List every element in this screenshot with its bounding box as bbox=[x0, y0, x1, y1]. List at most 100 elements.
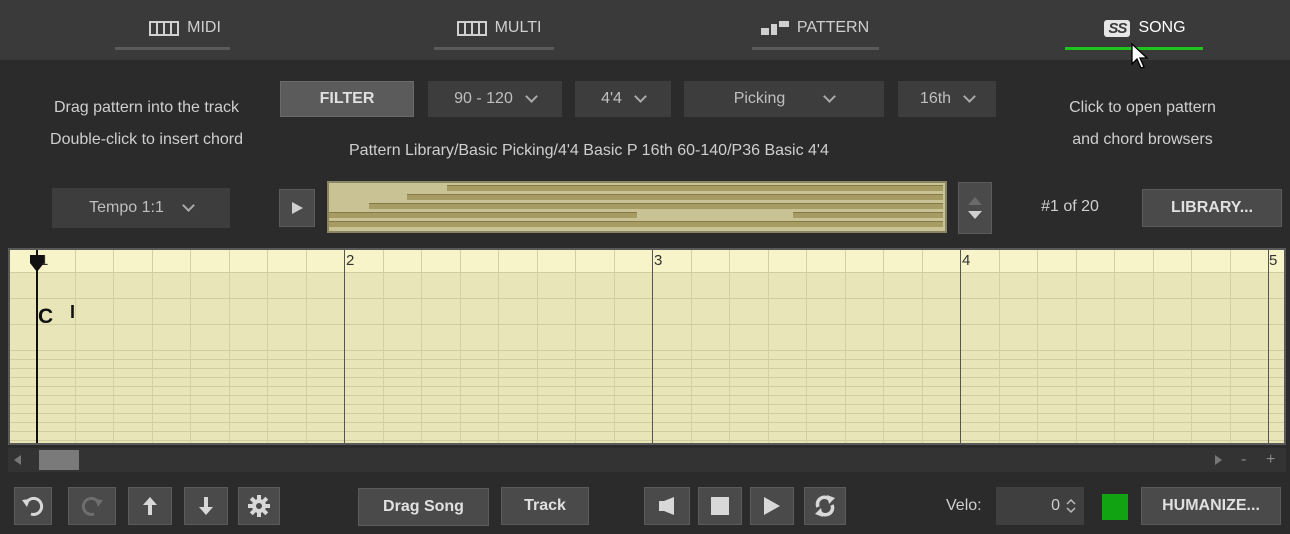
pattern-preview[interactable] bbox=[327, 181, 947, 233]
grid-row-line bbox=[10, 440, 1284, 441]
grid-row-line bbox=[10, 298, 1284, 299]
play-button[interactable] bbox=[750, 487, 794, 525]
style-select[interactable]: Picking bbox=[684, 81, 884, 117]
undo-icon bbox=[22, 497, 44, 516]
rewind-button[interactable] bbox=[644, 487, 690, 525]
grid-row-line bbox=[10, 386, 1284, 387]
time-signature-value: 4'4 bbox=[601, 90, 622, 107]
loop-button[interactable] bbox=[804, 487, 846, 525]
preview-play-button[interactable] bbox=[279, 189, 315, 227]
arrow-down-icon[interactable] bbox=[968, 211, 982, 219]
piano-keys-icon bbox=[149, 20, 180, 36]
track-button[interactable]: Track bbox=[501, 487, 589, 525]
play-icon bbox=[764, 497, 780, 515]
beat-line bbox=[1153, 250, 1154, 443]
grid-row-line bbox=[10, 368, 1284, 369]
tab-midi[interactable]: MIDI bbox=[70, 0, 300, 58]
tab-song-label: SONG bbox=[1138, 19, 1186, 36]
resolution-select[interactable]: 16th bbox=[898, 81, 996, 117]
playhead-marker-icon[interactable] bbox=[29, 255, 45, 273]
beat-line bbox=[190, 250, 191, 443]
hint-open-pattern[interactable]: Click to open pattern bbox=[1010, 93, 1275, 123]
horizontal-scrollbar[interactable] bbox=[8, 448, 1286, 472]
bar-number-4: 4 bbox=[962, 252, 971, 269]
move-down-button[interactable] bbox=[184, 487, 228, 525]
chord-label[interactable]: C bbox=[38, 305, 53, 329]
bar-number-5: 5 bbox=[1269, 252, 1278, 269]
beat-line bbox=[306, 250, 307, 443]
humanize-button[interactable]: HUMANIZE... bbox=[1141, 487, 1281, 525]
timeline-ruler[interactable] bbox=[10, 250, 1284, 272]
tab-multi[interactable]: MULTI bbox=[384, 0, 614, 58]
tab-pattern-underline bbox=[752, 47, 879, 50]
chevron-down-icon bbox=[634, 90, 647, 103]
arrow-up-icon bbox=[143, 497, 157, 515]
pattern-icon bbox=[760, 21, 789, 35]
beat-line bbox=[845, 250, 846, 443]
library-button[interactable]: LIBRARY... bbox=[1142, 189, 1282, 227]
velo-stepper[interactable]: 0 bbox=[996, 487, 1084, 525]
hint-chord-browsers[interactable]: and chord browsers bbox=[1010, 125, 1275, 155]
filter-button[interactable]: FILTER bbox=[280, 81, 414, 117]
beat-line bbox=[614, 250, 615, 443]
hint-drag-pattern: Drag pattern into the track bbox=[54, 99, 239, 116]
velo-label: Velo: bbox=[946, 497, 982, 514]
tab-pattern[interactable]: PATTERN bbox=[700, 0, 930, 58]
beat-line bbox=[883, 250, 884, 443]
bar-line bbox=[960, 250, 961, 443]
stop-icon bbox=[711, 497, 729, 515]
status-led[interactable] bbox=[1102, 494, 1128, 520]
zoom-in-button[interactable]: + bbox=[1266, 451, 1275, 469]
bar-number-3: 3 bbox=[654, 252, 663, 269]
song-icon: SS bbox=[1104, 19, 1131, 37]
beat-line bbox=[575, 250, 576, 443]
scroll-left-icon[interactable] bbox=[14, 455, 22, 465]
move-up-button[interactable] bbox=[128, 487, 172, 525]
loop-icon bbox=[815, 495, 835, 517]
pattern-nav-buttons[interactable] bbox=[958, 182, 992, 234]
redo-button[interactable] bbox=[68, 487, 116, 525]
drag-song-button[interactable]: Drag Song bbox=[358, 488, 489, 526]
beat-line bbox=[460, 250, 461, 443]
song-track[interactable]: 1 2 3 4 5 C I bbox=[8, 248, 1286, 445]
beat-line bbox=[383, 250, 384, 443]
rewind-icon bbox=[659, 497, 674, 515]
tempo-range-value: 90 - 120 bbox=[454, 90, 513, 107]
redo-icon bbox=[81, 497, 103, 516]
tempo-select[interactable]: Tempo 1:1 bbox=[52, 188, 230, 228]
beat-line bbox=[691, 250, 692, 443]
beat-line bbox=[1114, 250, 1115, 443]
tab-pattern-label: PATTERN bbox=[796, 19, 870, 36]
tab-midi-underline bbox=[115, 47, 230, 50]
pattern-index: #1 of 20 bbox=[1041, 198, 1099, 215]
chord-degree: I bbox=[70, 302, 76, 322]
tab-midi-label: MIDI bbox=[187, 19, 221, 36]
beat-line bbox=[729, 250, 730, 443]
scroll-right-icon[interactable] bbox=[1215, 455, 1223, 465]
arrow-up-icon[interactable] bbox=[968, 197, 982, 205]
grid-row-line bbox=[10, 377, 1284, 378]
mouse-cursor-icon bbox=[1131, 42, 1149, 69]
scrollbar-thumb[interactable] bbox=[39, 450, 79, 470]
beat-line bbox=[1076, 250, 1077, 443]
grid-row-line bbox=[10, 272, 1284, 273]
tab-multi-label: MULTI bbox=[494, 19, 542, 36]
grid-row-line bbox=[10, 431, 1284, 432]
grid-row-line bbox=[10, 395, 1284, 396]
playhead[interactable] bbox=[36, 250, 38, 443]
grid-row-line bbox=[10, 359, 1284, 360]
grid-row-line bbox=[10, 324, 1284, 325]
settings-button[interactable] bbox=[238, 487, 280, 525]
tempo-range-select[interactable]: 90 - 120 bbox=[428, 81, 562, 117]
zoom-out-button[interactable]: - bbox=[1241, 451, 1246, 469]
undo-button[interactable] bbox=[14, 487, 52, 525]
time-signature-select[interactable]: 4'4 bbox=[575, 81, 671, 117]
beat-line bbox=[806, 250, 807, 443]
beat-line bbox=[1230, 250, 1231, 443]
beat-line bbox=[1191, 250, 1192, 443]
beat-line bbox=[768, 250, 769, 443]
stepper-arrows-icon[interactable] bbox=[1066, 498, 1076, 514]
stop-button[interactable] bbox=[698, 487, 742, 525]
beat-line bbox=[999, 250, 1000, 443]
beat-line bbox=[113, 250, 114, 443]
